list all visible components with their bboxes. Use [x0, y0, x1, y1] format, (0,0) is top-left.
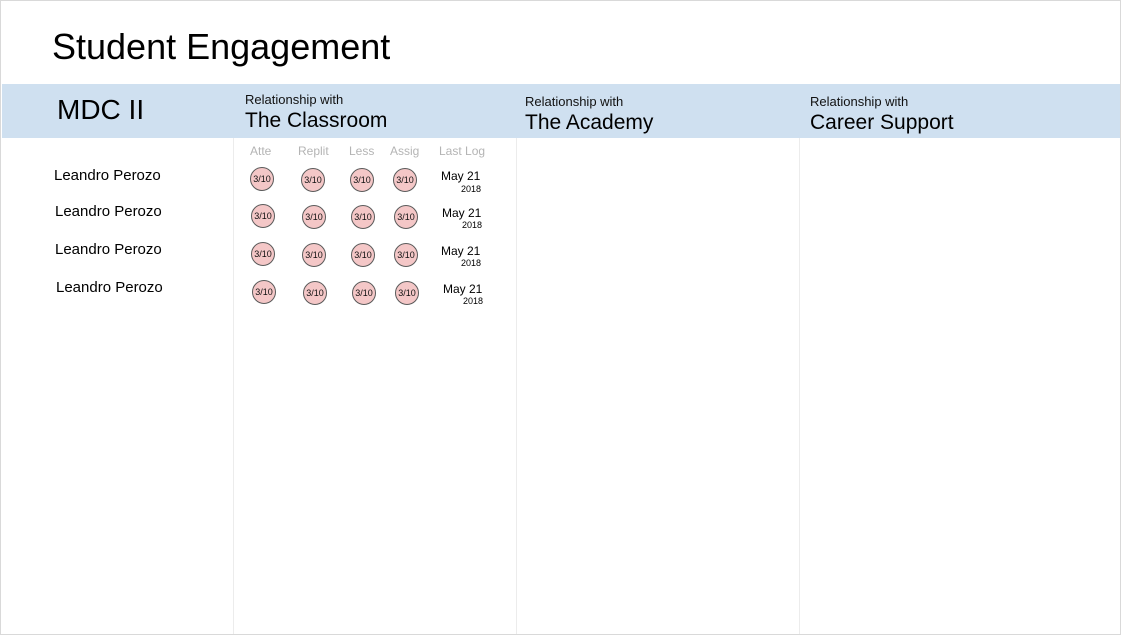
last-log-year: 2018	[463, 296, 484, 306]
last-log-year: 2018	[461, 184, 482, 194]
assignments-score-badge[interactable]: 3/10	[394, 243, 418, 267]
assignments-score-badge[interactable]: 3/10	[395, 281, 419, 305]
column-divider	[799, 138, 800, 634]
classroom-section-title[interactable]: The Classroom	[245, 109, 387, 133]
academy-section-title[interactable]: The Academy	[525, 111, 653, 135]
replit-score-badge[interactable]: 3/10	[302, 243, 326, 267]
student-name[interactable]: Leandro Perozo	[55, 203, 162, 221]
column-header-assignments[interactable]: Assig	[390, 144, 419, 158]
column-divider	[233, 138, 234, 634]
column-divider	[516, 138, 517, 634]
attendance-score-badge[interactable]: 3/10	[252, 280, 276, 304]
page-title: Student Engagement	[52, 26, 391, 67]
lessons-score-badge[interactable]: 3/10	[351, 243, 375, 267]
last-log-year: 2018	[461, 258, 482, 268]
assignments-score-badge[interactable]: 3/10	[394, 205, 418, 229]
replit-score-badge[interactable]: 3/10	[303, 281, 327, 305]
career-section-prefix: Relationship with	[810, 94, 909, 109]
column-header-last-log[interactable]: Last Log	[439, 144, 485, 158]
replit-score-badge[interactable]: 3/10	[302, 205, 326, 229]
student-name[interactable]: Leandro Perozo	[55, 241, 162, 259]
student-name[interactable]: Leandro Perozo	[54, 167, 161, 185]
last-log-date: May 21	[442, 206, 482, 220]
attendance-score-badge[interactable]: 3/10	[250, 167, 274, 191]
last-log-date: May 21	[441, 169, 481, 183]
last-log-year: 2018	[462, 220, 483, 230]
classroom-section-prefix: Relationship with	[245, 92, 344, 107]
replit-score-badge[interactable]: 3/10	[301, 168, 325, 192]
last-log-date: May 21	[443, 282, 483, 296]
cohort-label: MDC II	[57, 94, 145, 125]
column-header-replit[interactable]: Replit	[298, 144, 329, 158]
last-log-date: May 21	[441, 244, 481, 258]
academy-section-prefix: Relationship with	[525, 94, 624, 109]
lessons-score-badge[interactable]: 3/10	[352, 281, 376, 305]
attendance-score-badge[interactable]: 3/10	[251, 242, 275, 266]
engagement-board: Student Engagement MDC II Relationship w…	[0, 0, 1121, 635]
lessons-score-badge[interactable]: 3/10	[351, 205, 375, 229]
column-header-lessons[interactable]: Less	[349, 144, 374, 158]
career-section-title[interactable]: Career Support	[810, 111, 954, 135]
lessons-score-badge[interactable]: 3/10	[350, 168, 374, 192]
assignments-score-badge[interactable]: 3/10	[393, 168, 417, 192]
column-header-attendance[interactable]: Atte	[250, 144, 271, 158]
attendance-score-badge[interactable]: 3/10	[251, 204, 275, 228]
student-name[interactable]: Leandro Perozo	[56, 279, 163, 297]
